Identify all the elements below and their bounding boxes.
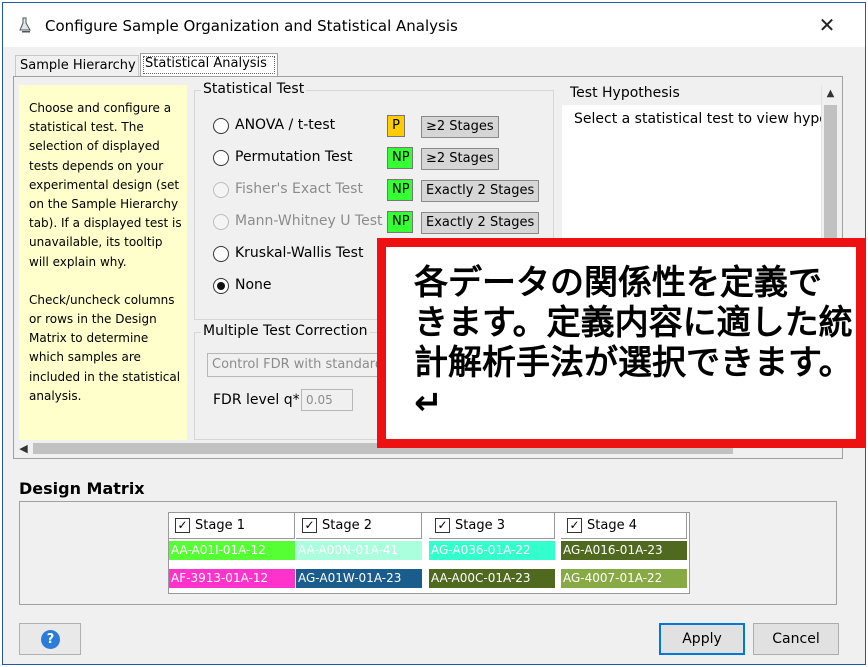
fdr-level-label: FDR level q* — [213, 392, 300, 408]
app-icon — [17, 16, 35, 34]
fishers-exact-label: Fisher's Exact Test — [235, 181, 363, 197]
stage-header[interactable]: ✓ Stage 4 — [561, 513, 687, 539]
statistical-test-label: Statistical Test — [201, 81, 307, 97]
none-label: None — [235, 277, 272, 293]
help-text-tests: Choose and configure a statistical test.… — [29, 101, 182, 269]
test-hypothesis-label: Test Hypothesis — [562, 85, 834, 105]
scroll-left-icon[interactable]: ◀ — [15, 440, 32, 457]
stage-column-1: ✓ Stage 1 AA-A01I-01A-12 AF-3913-01A-12 — [169, 513, 299, 593]
help-icon: ? — [41, 630, 60, 649]
none-radio[interactable] — [213, 278, 229, 294]
design-matrix-frame: ✓ Stage 1 AA-A01I-01A-12 AF-3913-01A-12 … — [19, 501, 837, 605]
stage-checkbox[interactable]: ✓ — [435, 518, 450, 533]
title-bar: Configure Sample Organization and Statis… — [3, 3, 865, 47]
sample-cell[interactable]: AG-A036-01A-22 — [429, 541, 555, 560]
multiple-test-correction-label: Multiple Test Correction — [201, 323, 370, 339]
tab-statistical-analysis[interactable]: Statistical Analysis — [140, 53, 278, 77]
stage-header[interactable]: ✓ Stage 2 — [296, 513, 422, 539]
annotation-callout: 各データの関係性を定義できます。定義内容に適した統計解析手法が選択できます。↵ — [377, 238, 865, 448]
apply-button[interactable]: Apply — [659, 623, 745, 655]
mann-whitney-radio[interactable] — [213, 214, 229, 230]
stage-label: Stage 3 — [455, 518, 505, 533]
sample-cell[interactable]: AA-A01I-01A-12 — [169, 541, 295, 560]
sample-cell[interactable]: AG-4007-01A-22 — [561, 569, 687, 588]
stage-label: Stage 2 — [322, 518, 372, 533]
test-option-permutation[interactable]: Permutation Test NP ≥2 Stages — [213, 147, 553, 171]
stage-column-3: ✓ Stage 3 AG-A036-01A-22 AA-A00C-01A-23 — [429, 513, 559, 593]
anova-label: ANOVA / t-test — [235, 117, 336, 133]
stage-label: Stage 4 — [587, 518, 637, 533]
permutation-label: Permutation Test — [235, 149, 353, 165]
test-option-mann-whitney[interactable]: Mann-Whitney U Test NP Exactly 2 Stages — [213, 211, 553, 235]
permutation-radio[interactable] — [213, 150, 229, 166]
nonparametric-badge: NP — [387, 147, 413, 169]
stages-chip: Exactly 2 Stages — [421, 212, 540, 234]
sample-cell[interactable]: AG-A016-01A-23 — [561, 541, 687, 560]
stages-chip: ≥2 Stages — [421, 148, 499, 170]
design-matrix-title: Design Matrix — [19, 479, 145, 498]
mann-whitney-label: Mann-Whitney U Test — [235, 213, 383, 229]
fishers-exact-radio[interactable] — [213, 182, 229, 198]
tab-sample-hierarchy[interactable]: Sample Hierarchy — [15, 55, 139, 77]
window-title: Configure Sample Organization and Statis… — [45, 17, 458, 35]
sample-cell[interactable]: AA-A00C-01A-23 — [429, 569, 555, 588]
stage-checkbox[interactable]: ✓ — [567, 518, 582, 533]
nonparametric-badge: NP — [387, 179, 413, 201]
cancel-button[interactable]: Cancel — [753, 623, 839, 655]
design-matrix-grid: ✓ Stage 1 AA-A01I-01A-12 AF-3913-01A-12 … — [168, 512, 690, 594]
sample-cell[interactable]: AF-3913-01A-12 — [169, 569, 295, 588]
fdr-level-input[interactable]: 0.05 — [301, 389, 353, 411]
stages-chip: Exactly 2 Stages — [421, 180, 540, 202]
stage-checkbox[interactable]: ✓ — [302, 518, 317, 533]
help-text-design-matrix: Check/uncheck columns or rows in the Des… — [29, 292, 181, 403]
help-panel: Choose and configure a statistical test.… — [19, 85, 187, 440]
test-hypothesis-text: Select a statistical test to view hypot — [574, 111, 834, 127]
parametric-badge: P — [387, 115, 405, 137]
scroll-up-icon[interactable]: ▲ — [822, 85, 839, 103]
stage-column-4: ✓ Stage 4 AG-A016-01A-23 AG-4007-01A-22 — [561, 513, 691, 593]
stage-header[interactable]: ✓ Stage 1 — [169, 513, 295, 539]
stages-chip: ≥2 Stages — [421, 116, 499, 138]
close-button[interactable]: ✕ — [811, 11, 843, 39]
kruskal-wallis-radio[interactable] — [213, 246, 229, 262]
stage-label: Stage 1 — [195, 518, 245, 533]
stage-header[interactable]: ✓ Stage 3 — [429, 513, 555, 539]
sample-cell[interactable]: AA-A00N-01A-41 — [296, 541, 422, 560]
nonparametric-badge: NP — [387, 211, 413, 233]
stage-checkbox[interactable]: ✓ — [175, 518, 190, 533]
stage-column-2: ✓ Stage 2 AA-A00N-01A-41 AG-A01W-01A-23 — [296, 513, 426, 593]
kruskal-wallis-label: Kruskal-Wallis Test — [235, 245, 364, 261]
test-option-fishers-exact[interactable]: Fisher's Exact Test NP Exactly 2 Stages — [213, 179, 553, 203]
help-button[interactable]: ? — [19, 623, 81, 655]
test-option-anova[interactable]: ANOVA / t-test P ≥2 Stages — [213, 115, 553, 139]
anova-radio[interactable] — [213, 118, 229, 134]
callout-text: 各データの関係性を定義できます。定義内容に適した統計解析手法が選択できます。↵ — [414, 263, 853, 423]
sample-cell[interactable]: AG-A01W-01A-23 — [296, 569, 422, 588]
